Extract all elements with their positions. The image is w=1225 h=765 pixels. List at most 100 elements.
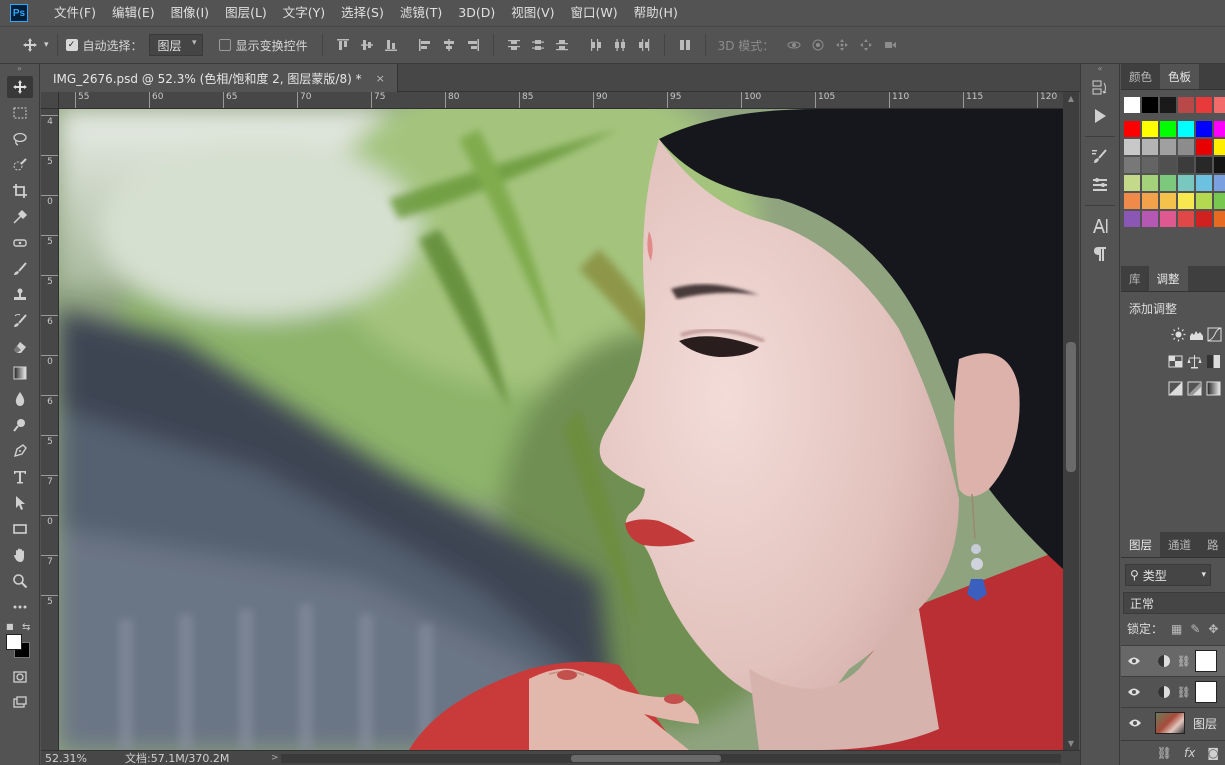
layer-style-icon[interactable]: fx: [1184, 746, 1195, 760]
align-horizontal-centers-icon[interactable]: [438, 34, 460, 56]
color-swatch[interactable]: [1124, 157, 1140, 173]
zoom-level-field[interactable]: 52.31%: [41, 752, 87, 765]
horizontal-scrollbar[interactable]: [281, 754, 1061, 763]
layer-mask-thumbnail[interactable]: [1194, 681, 1217, 703]
color-swatch[interactable]: [1214, 97, 1225, 113]
color-swatch[interactable]: [1160, 121, 1176, 137]
status-menu-arrow[interactable]: >: [271, 753, 279, 763]
color-swatch[interactable]: [1124, 193, 1140, 209]
align-left-edges-icon[interactable]: [414, 34, 436, 56]
menu-help[interactable]: 帮助(H): [626, 0, 686, 26]
color-swatch[interactable]: [1142, 139, 1158, 155]
vertical-scroll-thumb[interactable]: [1066, 342, 1076, 472]
pan-3d-icon[interactable]: [831, 34, 853, 56]
color-swatch[interactable]: [1196, 211, 1212, 227]
levels-icon[interactable]: [1189, 325, 1204, 343]
eye-icon[interactable]: [1121, 687, 1147, 697]
layer-mask-thumbnail[interactable]: [1194, 650, 1217, 672]
menu-edit[interactable]: 编辑(E): [104, 0, 163, 26]
color-swatch[interactable]: [1178, 97, 1194, 113]
quick-selection-tool[interactable]: [0, 152, 40, 178]
color-swatch[interactable]: [1124, 97, 1140, 113]
tab-libraries[interactable]: 库: [1121, 266, 1149, 291]
color-swatch[interactable]: [1214, 157, 1225, 173]
tab-adjustments[interactable]: 调整: [1148, 266, 1188, 291]
document-canvas[interactable]: [59, 109, 1063, 750]
auto-select-checkbox[interactable]: ✓: [65, 39, 78, 51]
scroll-up-icon[interactable]: ▲: [1063, 94, 1079, 103]
color-balance-icon[interactable]: [1186, 352, 1202, 370]
color-swatch[interactable]: [1196, 157, 1212, 173]
color-swatch[interactable]: [1196, 139, 1212, 155]
color-swatch[interactable]: [1142, 193, 1158, 209]
vibrance-icon[interactable]: [1167, 352, 1183, 370]
auto-align-layers-icon[interactable]: [674, 34, 696, 56]
color-swatch[interactable]: [1160, 193, 1176, 209]
menu-type[interactable]: 文字(Y): [275, 0, 333, 26]
menu-filter[interactable]: 滤镜(T): [392, 0, 450, 26]
collapse-icon[interactable]: «: [1081, 64, 1119, 74]
color-swatch[interactable]: [1178, 175, 1194, 191]
screen-mode-button[interactable]: [0, 690, 40, 716]
lock-transparent-icon[interactable]: ▦: [1171, 622, 1182, 636]
align-vertical-centers-icon[interactable]: [356, 34, 378, 56]
move-tool[interactable]: [0, 74, 40, 100]
distribute-left-icon[interactable]: [585, 34, 607, 56]
edit-toolbar-button[interactable]: [0, 594, 40, 620]
color-swatch[interactable]: [1124, 139, 1140, 155]
orbit-3d-icon[interactable]: [783, 34, 805, 56]
scroll-down-icon[interactable]: ▼: [1063, 739, 1079, 748]
distribute-right-icon[interactable]: [633, 34, 655, 56]
actions-play-icon[interactable]: [1081, 102, 1119, 130]
menu-window[interactable]: 窗口(W): [563, 0, 626, 26]
align-right-edges-icon[interactable]: [462, 34, 484, 56]
dodge-tool[interactable]: [0, 412, 40, 438]
menu-view[interactable]: 视图(V): [503, 0, 562, 26]
tab-color[interactable]: 颜色: [1121, 64, 1160, 89]
layer-name[interactable]: 图层: [1193, 715, 1217, 732]
eyedropper-tool[interactable]: [0, 204, 40, 230]
move-tool-preset-icon[interactable]: [22, 37, 38, 53]
menu-image[interactable]: 图像(I): [163, 0, 217, 26]
rectangle-tool[interactable]: [0, 516, 40, 542]
marquee-tool[interactable]: [0, 100, 40, 126]
link-icon[interactable]: ⛓: [1177, 655, 1191, 668]
menu-3d[interactable]: 3D(D): [450, 0, 503, 26]
color-swatch[interactable]: [1214, 211, 1225, 227]
path-selection-tool[interactable]: [0, 490, 40, 516]
distribute-top-icon[interactable]: [503, 34, 525, 56]
close-icon[interactable]: ×: [376, 72, 385, 85]
color-swatch[interactable]: [1214, 139, 1225, 155]
tab-swatches[interactable]: 色板: [1160, 64, 1199, 89]
align-top-edges-icon[interactable]: [332, 34, 354, 56]
paragraph-panel-icon[interactable]: [1081, 240, 1119, 268]
color-swatch[interactable]: [1196, 193, 1212, 209]
color-swatch[interactable]: [1214, 121, 1225, 137]
character-panel-icon[interactable]: [1081, 212, 1119, 240]
color-swatch[interactable]: [1178, 193, 1194, 209]
layer-kind-filter[interactable]: ⚲ 类型 ▾: [1125, 564, 1211, 586]
brush-settings-icon[interactable]: [1081, 143, 1119, 171]
pen-tool[interactable]: [0, 438, 40, 464]
document-tab[interactable]: IMG_2676.psd @ 52.3% (色相/饱和度 2, 图层蒙版/8) …: [41, 64, 398, 92]
color-swatch[interactable]: [1196, 175, 1212, 191]
color-swatch[interactable]: [1196, 97, 1212, 113]
brush-presets-icon[interactable]: [1081, 171, 1119, 199]
color-swatch[interactable]: [1160, 175, 1176, 191]
color-swatch[interactable]: [1142, 175, 1158, 191]
horizontal-ruler[interactable]: 55 60 65 70 75 80 85 90 95 100 105 110 115 120: [59, 92, 1063, 109]
healing-tool[interactable]: [0, 230, 40, 256]
link-icon[interactable]: ⛓: [1177, 686, 1191, 699]
distribute-bottom-icon[interactable]: [551, 34, 573, 56]
default-colors-icon[interactable]: ■: [6, 622, 14, 631]
ruler-origin[interactable]: [41, 92, 59, 109]
slide-3d-icon[interactable]: [855, 34, 877, 56]
roll-3d-icon[interactable]: [807, 34, 829, 56]
align-bottom-edges-icon[interactable]: [380, 34, 402, 56]
layer-row[interactable]: ⛓: [1121, 676, 1225, 707]
color-swatch[interactable]: [1196, 121, 1212, 137]
gradient-tool[interactable]: [0, 360, 40, 386]
color-swatch[interactable]: [1178, 139, 1194, 155]
link-layers-icon[interactable]: ⛓: [1157, 746, 1172, 760]
layer-row[interactable]: 图层: [1121, 707, 1225, 738]
